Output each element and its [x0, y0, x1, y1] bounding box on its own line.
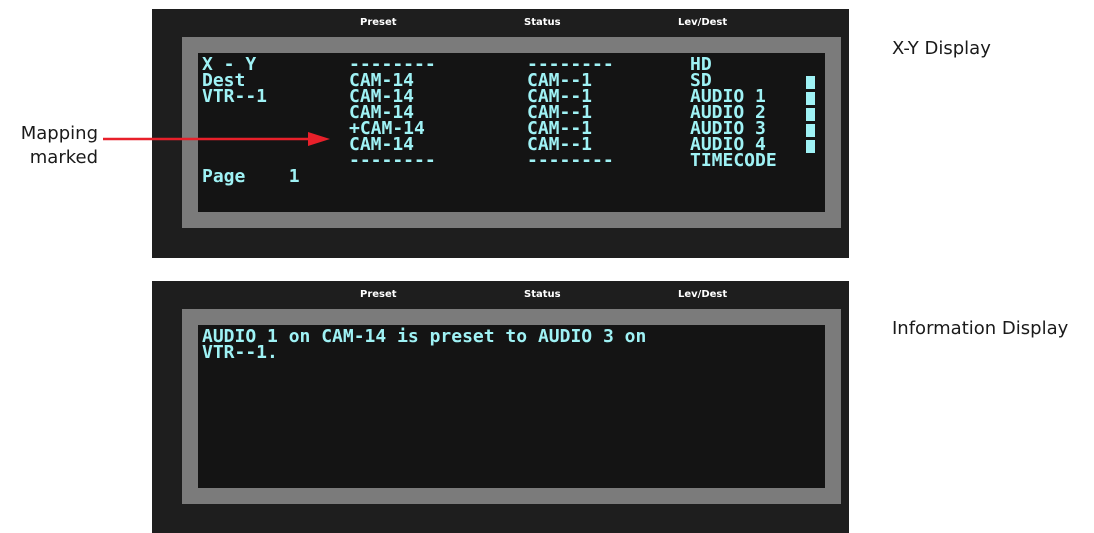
- xy-cell: VTR--1: [202, 86, 268, 107]
- mapping-marked-callout: Mapping marked: [10, 122, 98, 170]
- information-display-panel: Preset Status Lev/Dest AUDIO 1 on CAM-14…: [152, 281, 849, 533]
- xy-preset-column: -------- CAM-14 CAM-14 CAM-14 +CAM-14 CAM-14-…: [349, 56, 436, 185]
- information-display-label: Information Display: [892, 318, 1069, 339]
- xy-cell: [690, 169, 777, 185]
- level-indicator: [806, 108, 815, 121]
- status-header: Status: [524, 289, 561, 300]
- xy-cell: --------: [527, 150, 614, 171]
- xy-left-column: X - Y Dest VTR--1 Page 1: [202, 56, 300, 187]
- preset-header: Preset: [360, 289, 397, 300]
- preset-header: Preset: [360, 17, 397, 28]
- xy-cell: [349, 169, 436, 185]
- xy-display-label: X-Y Display: [892, 38, 991, 59]
- level-indicator: [806, 76, 815, 89]
- level-indicator: [806, 92, 815, 105]
- lev-dest-header: Lev/Dest: [678, 17, 728, 28]
- level-indicator: [806, 124, 815, 137]
- xy-cell: [527, 169, 614, 185]
- lev-dest-header: Lev/Dest: [678, 289, 728, 300]
- status-header: Status: [524, 17, 561, 28]
- level-indicator: [806, 140, 815, 153]
- xy-lev-dest-column: HD SD AUDIO 1 AUDIO 2 AUDIO 3 AUDIO 4 TIMECODE: [690, 56, 777, 185]
- xy-cell: TIMECODE: [690, 150, 777, 171]
- xy-cell: [202, 105, 300, 121]
- info-message-line-2: VTR--1.: [202, 342, 278, 363]
- info-screen: AUDIO 1 on CAM-14 is preset to AUDIO 3 o…: [198, 325, 825, 488]
- callout-line-2: marked: [29, 147, 98, 168]
- arrow-head: [308, 132, 330, 146]
- callout-arrow: [103, 132, 330, 146]
- xy-cell: --------: [349, 150, 436, 171]
- xy-status-column: -------- CAM--1 CAM--1 CAM--1 CAM--1 CAM--1 --…: [527, 56, 614, 185]
- callout-line-1: Mapping: [20, 123, 98, 144]
- info-bezel: AUDIO 1 on CAM-14 is preset to AUDIO 3 o…: [182, 309, 841, 504]
- xy-cell: Page 1: [202, 166, 300, 187]
